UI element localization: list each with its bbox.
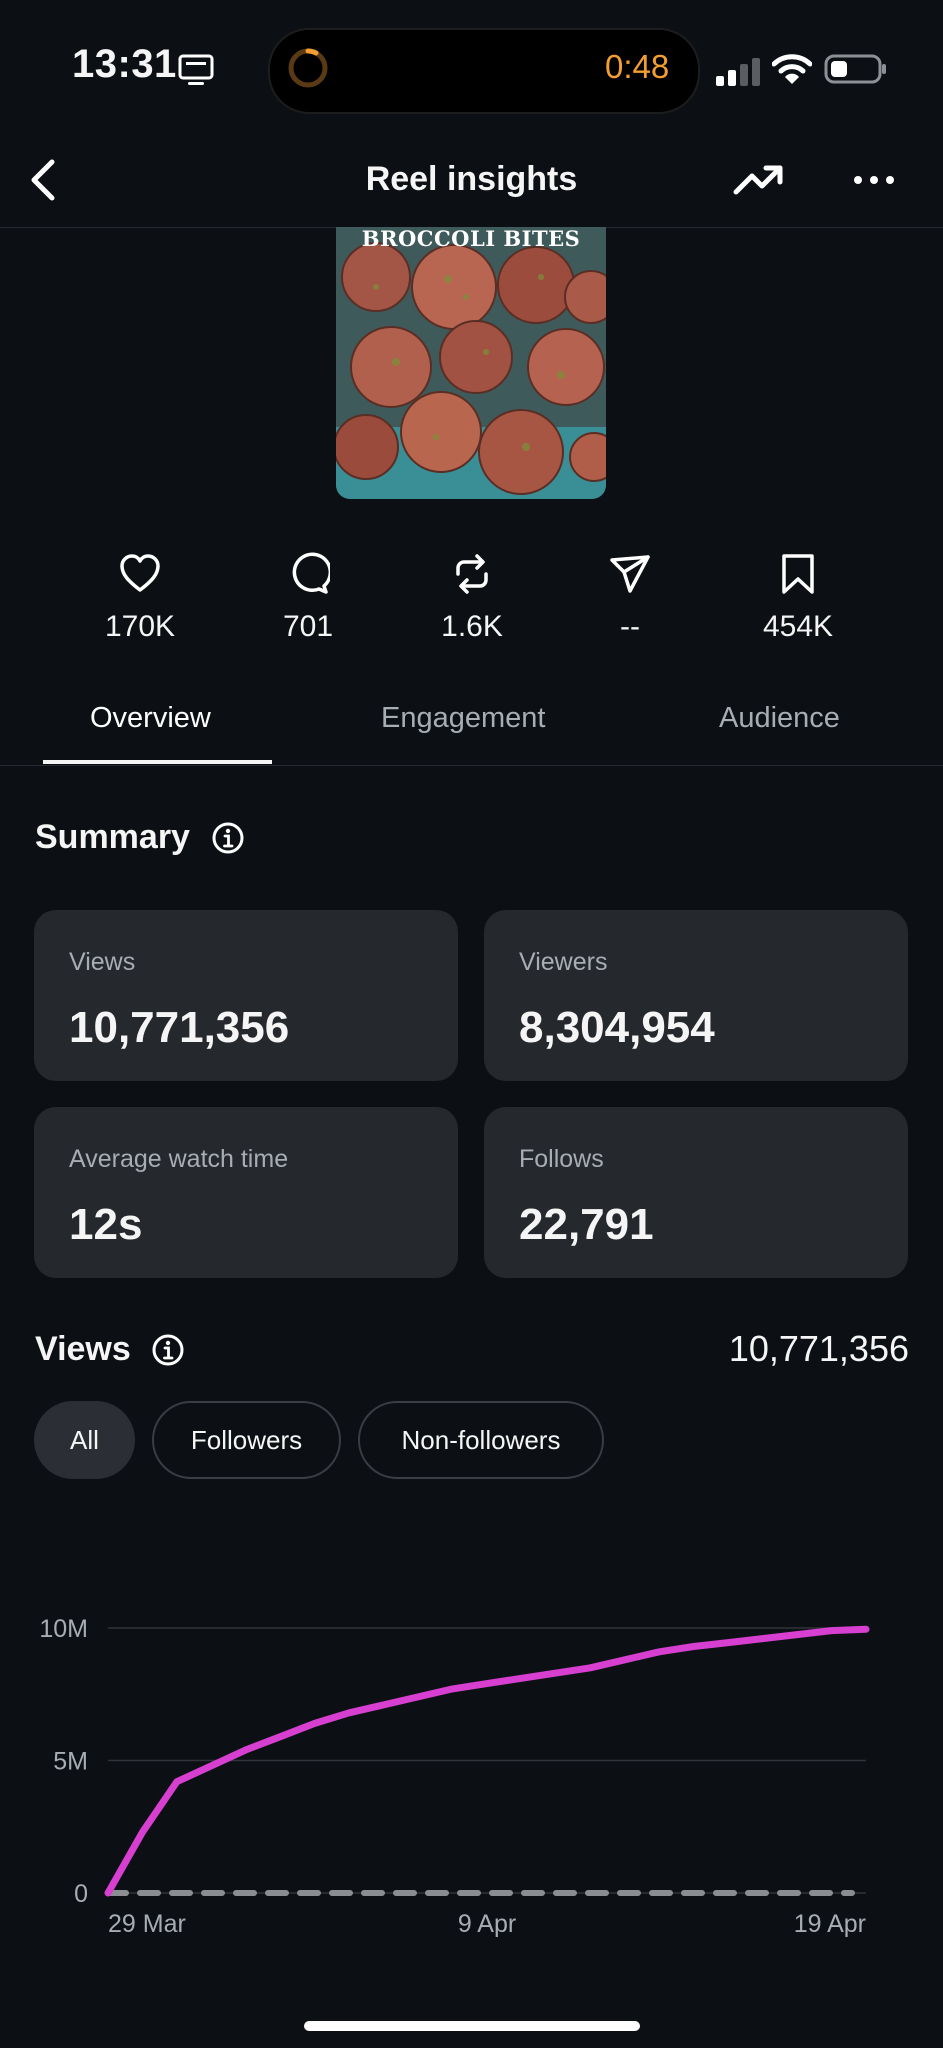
wifi-icon [772, 54, 812, 84]
card-value: 12s [69, 1200, 143, 1249]
comments-metric: 701 [228, 552, 388, 644]
active-tab-indicator [43, 760, 272, 764]
follows-card[interactable]: Follows 22,791 [484, 1107, 908, 1278]
filter-all[interactable]: All [34, 1401, 135, 1479]
timer-progress-icon [288, 48, 328, 88]
card-value: 8,304,954 [519, 1003, 715, 1052]
shares-value: -- [620, 610, 640, 643]
comments-value: 701 [282, 610, 334, 643]
card-label: Follows [519, 1145, 604, 1173]
card-label: Viewers [519, 948, 608, 976]
saves-metric: 454K [718, 552, 878, 644]
x-tick-label: 29 Mar [108, 1910, 186, 1938]
reposts-metric: 1.6K [392, 552, 552, 644]
page-title: Reel insights [365, 160, 578, 198]
y-tick-label: 5M [53, 1748, 88, 1776]
save-icon [782, 554, 814, 594]
trending-icon[interactable] [732, 160, 786, 200]
cellular-signal-icon [716, 58, 760, 86]
average-watch-time-card[interactable]: Average watch time 12s [34, 1107, 458, 1278]
shares-metric: -- [550, 552, 710, 644]
filter-non-followers[interactable]: Non-followers [358, 1401, 604, 1479]
saves-value: 454K [762, 610, 834, 643]
repost-icon [456, 554, 488, 594]
tab-overview[interactable]: Overview [90, 702, 211, 735]
views-info-icon[interactable] [151, 1333, 185, 1367]
reposts-value: 1.6K [441, 610, 503, 643]
island-timer: 0:48 [605, 48, 670, 85]
heart-icon [120, 554, 160, 592]
card-label: Views [69, 948, 136, 976]
views-total: 10,771,356 [728, 1328, 909, 1369]
share-icon [610, 555, 650, 593]
thumbnail-caption: BROCCOLI BITES [361, 226, 581, 251]
reel-thumbnail[interactable] [336, 227, 606, 499]
more-options-icon[interactable] [852, 172, 896, 188]
screen-mirroring-icon [178, 54, 214, 85]
card-label: Average watch time [69, 1145, 289, 1173]
viewers-card[interactable]: Viewers 8,304,954 [484, 910, 908, 1081]
views-chart: 0 5M 10M 29 Mar 9 Apr 19 Apr [39, 1615, 870, 1938]
y-tick-label: 0 [74, 1880, 88, 1908]
status-time: 13:31 [72, 42, 177, 86]
filter-followers[interactable]: Followers [152, 1401, 341, 1479]
battery-icon [824, 54, 886, 84]
x-tick-label: 19 Apr [794, 1910, 866, 1938]
home-indicator[interactable] [304, 2021, 640, 2031]
views-card[interactable]: Views 10,771,356 [34, 910, 458, 1081]
summary-info-icon[interactable] [211, 821, 245, 855]
likes-value: 170K [104, 610, 176, 643]
tab-audience[interactable]: Audience [719, 702, 840, 735]
tabs-divider [0, 765, 943, 766]
tab-engagement[interactable]: Engagement [381, 702, 545, 735]
y-tick-label: 10M [39, 1615, 88, 1643]
x-tick-label: 9 Apr [458, 1910, 516, 1938]
comment-icon [292, 552, 330, 594]
card-value: 22,791 [519, 1200, 654, 1249]
views-title: Views [35, 1330, 131, 1368]
summary-title: Summary [35, 818, 190, 856]
card-value: 10,771,356 [69, 1003, 290, 1052]
likes-metric: 170K [60, 552, 220, 644]
